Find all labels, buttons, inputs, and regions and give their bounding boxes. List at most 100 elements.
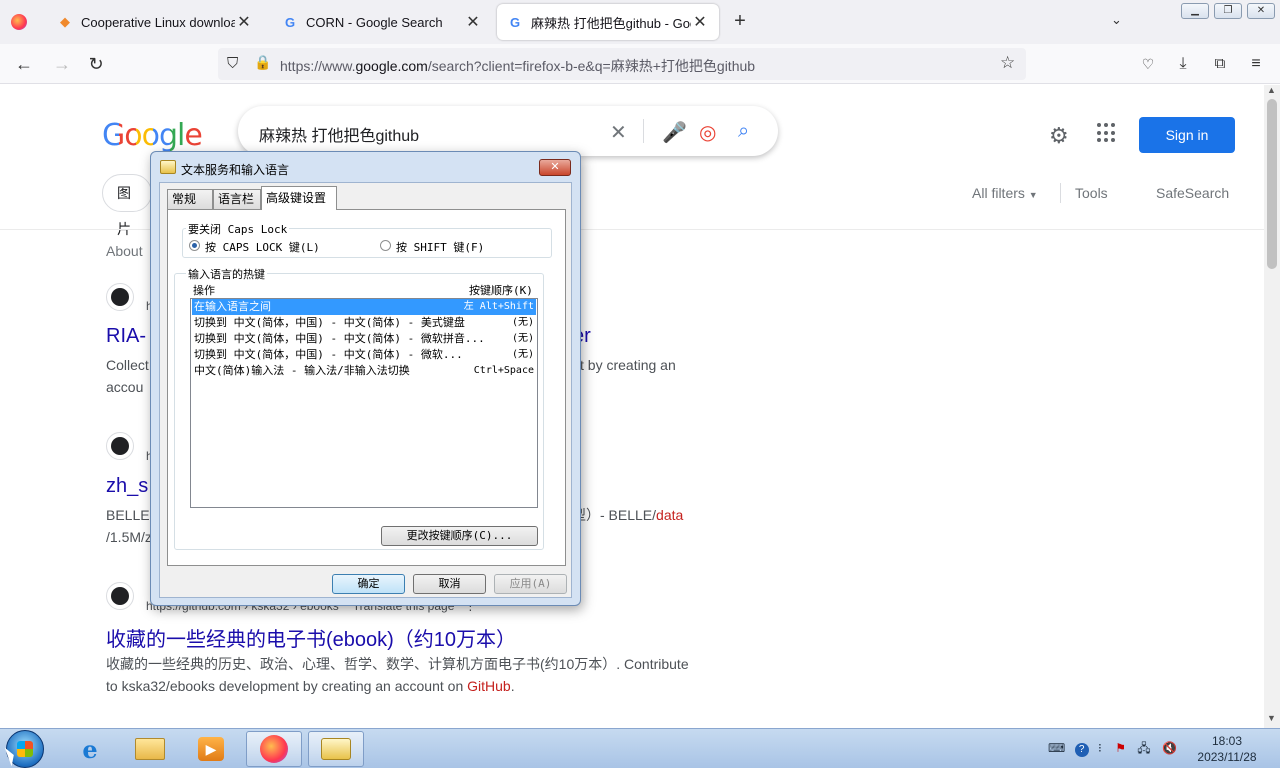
help-icon[interactable]: ?	[1074, 743, 1089, 757]
volume-muted-icon[interactable]: 🔇	[1162, 741, 1177, 755]
search-box[interactable]: 麻辣热 打他把色github ✕ 🎤 ◎ ⌕	[238, 106, 778, 156]
list-item[interactable]: 切换到 中文(简体，中国) - 中文(简体) - 微软... (无)	[192, 347, 536, 363]
pocket-icon[interactable]: ♡	[1136, 52, 1160, 76]
close-tab-icon[interactable]: ✕	[235, 12, 253, 32]
lock-icon[interactable]: 🔒	[254, 54, 271, 71]
tab-panel: 要关闭 Caps Lock 按 CAPS LOCK 键(L) 按 SHIFT 键…	[167, 209, 566, 566]
apply-button[interactable]: 应用(A)	[494, 574, 567, 594]
apps-grid-icon[interactable]	[1097, 123, 1117, 143]
browser-tab-bar: ◆ Cooperative Linux download ✕ G CORN - …	[0, 0, 1280, 44]
clear-icon[interactable]: ✕	[610, 120, 627, 145]
shift-radio[interactable]	[380, 240, 391, 251]
hotkeys-list[interactable]: 在输入语言之间 左 Alt+Shift 切换到 中文(简体，中国) - 中文(简体…	[190, 298, 538, 508]
result-title-link[interactable]: zh_s	[106, 475, 148, 498]
tab-cooperative-linux[interactable]: ◆ Cooperative Linux download ✕	[47, 4, 263, 40]
taskbar-ie[interactable]: e	[62, 731, 118, 767]
tab-general[interactable]: 常规	[167, 189, 213, 209]
capslock-radio-label[interactable]: 按 CAPS LOCK 键(L)	[205, 239, 320, 255]
all-filters-button[interactable]: All filters ▼	[972, 185, 1038, 201]
tab-language-bar[interactable]: 语言栏	[213, 189, 261, 209]
taskbar-text-services[interactable]	[308, 731, 364, 767]
dialog-close-button[interactable]: ✕	[539, 159, 571, 176]
google-logo[interactable]: Google	[102, 118, 203, 153]
menu-icon[interactable]: ≡	[1244, 52, 1268, 76]
list-item[interactable]: 在输入语言之间 左 Alt+Shift	[192, 299, 536, 315]
tools-button[interactable]: Tools	[1075, 185, 1108, 201]
window-close-button[interactable]: ✕	[1247, 3, 1275, 19]
taskbar-clock[interactable]: 18:03 2023/11/28	[1186, 733, 1268, 765]
close-tab-icon[interactable]: ✕	[464, 12, 482, 32]
snippet-text: to kska32/ebooks development by creating…	[106, 678, 468, 694]
url-bar[interactable]: ⛉ 🔒 https://www.google.com/search?client…	[218, 48, 1026, 80]
reload-icon[interactable]: ↻	[84, 52, 108, 76]
colinux-icon: ◆	[60, 14, 70, 29]
taskbar-firefox[interactable]	[246, 731, 302, 767]
downloads-icon[interactable]: ⤓	[1171, 52, 1195, 76]
firefox-menu-icon[interactable]	[11, 14, 27, 30]
hotkey-keys: 左 Alt+Shift	[463, 301, 534, 312]
tab-corn-search[interactable]: G CORN - Google Search ✕	[272, 4, 492, 40]
tab-active-search[interactable]: G 麻辣热 打他把色github - Goo ✕	[497, 4, 719, 40]
url-prefix: https://www.	[280, 58, 356, 74]
microphone-icon[interactable]: 🎤	[662, 120, 687, 145]
google-icon: G	[509, 14, 521, 30]
scroll-thumb[interactable]	[1267, 99, 1277, 269]
results-stats: About	[106, 243, 143, 259]
ok-button[interactable]: 确定	[332, 574, 405, 594]
taskbar-explorer[interactable]	[122, 731, 178, 767]
caret-down-icon: ▼	[1028, 190, 1038, 200]
change-key-sequence-button[interactable]: 更改按键顺序(C)...	[381, 526, 538, 546]
restore-button[interactable]: ❐	[1214, 3, 1242, 19]
github-icon	[106, 582, 134, 610]
highlight-data: data	[656, 507, 684, 523]
minimize-button[interactable]: ▁	[1181, 3, 1209, 19]
search-icon[interactable]: ⌕	[738, 120, 749, 143]
list-item[interactable]: 切换到 中文(简体，中国) - 中文(简体) - 微软拼音... (无)	[192, 331, 536, 347]
action-center-flag-icon[interactable]: ⚑	[1115, 741, 1126, 755]
page-scrollbar[interactable]: ▲ ▼	[1264, 85, 1280, 728]
camera-lens-icon[interactable]: ◎	[699, 120, 716, 145]
forward-icon[interactable]: →	[50, 52, 74, 76]
result-snippet-tail: 型）- BELLE/data	[572, 504, 683, 526]
folder-icon	[135, 738, 165, 760]
highlight-github: GitHub	[467, 678, 511, 694]
media-player-icon: ▶	[198, 737, 224, 761]
keyboard-tray-icon[interactable]: ⌨	[1048, 741, 1065, 755]
close-tab-icon[interactable]: ✕	[691, 12, 709, 32]
url-text: https://www.google.com/search?client=fir…	[280, 56, 755, 76]
taskbar-media-player[interactable]: ▶	[183, 731, 239, 767]
search-input[interactable]: 麻辣热 打他把色github	[259, 122, 419, 146]
shift-radio-label[interactable]: 按 SHIFT 键(F)	[396, 239, 484, 255]
scroll-down-arrow-icon[interactable]: ▼	[1267, 713, 1276, 723]
hotkey-action: 切换到 中文(简体，中国) - 中文(简体) - 微软拼音...	[194, 332, 485, 345]
dialog-body: 常规 语言栏 高级键设置 要关闭 Caps Lock 按 CAPS LOCK 键…	[159, 182, 572, 598]
extensions-icon[interactable]: ⧉	[1208, 52, 1232, 76]
hotkey-action: 中文(简体)输入法 - 输入法/非输入法切换	[194, 364, 410, 377]
scroll-up-arrow-icon[interactable]: ▲	[1267, 85, 1276, 95]
dialog-title-bar[interactable]: 文本服务和输入语言 ✕	[151, 152, 580, 182]
sign-in-button[interactable]: Sign in	[1139, 117, 1235, 153]
capslock-radio[interactable]	[189, 240, 200, 251]
result-snippet: 收藏的一些经典的历史、政治、心理、哲学、数学、计算机方面电子书(约10万本）. …	[106, 656, 689, 672]
bookmark-star-icon[interactable]: ☆	[1000, 53, 1015, 73]
result-title-link[interactable]: 收藏的一些经典的电子书(ebook)（约10万本）	[106, 623, 516, 652]
dialog-title: 文本服务和输入语言	[181, 163, 290, 177]
list-item[interactable]: 中文(简体)输入法 - 输入法/非输入法切换 Ctrl+Space	[192, 363, 536, 379]
settings-gear-icon[interactable]: ⚙	[1049, 123, 1069, 149]
list-tabs-chevron-icon[interactable]: ⌄	[1111, 12, 1127, 28]
tab-advanced-key-settings[interactable]: 高级键设置	[261, 186, 337, 210]
network-icon[interactable]: 🖧	[1137, 741, 1150, 755]
result-title-link[interactable]: RIA-	[106, 325, 146, 348]
result-snippet-line2: to kska32/ebooks development by creating…	[106, 675, 515, 697]
tray-expand-icon[interactable]: ⁝	[1098, 741, 1102, 755]
cancel-button[interactable]: 取消	[413, 574, 486, 594]
shield-icon[interactable]: ⛉	[227, 55, 238, 72]
system-tray: ⌨ ? ⁝ ⚑ 🖧 🔇	[1048, 739, 1177, 760]
list-item[interactable]: 切换到 中文(简体，中国) - 中文(简体) - 美式键盘 (无)	[192, 315, 536, 331]
chip-images[interactable]: 图片	[102, 174, 152, 237]
back-icon[interactable]: ←	[12, 52, 36, 76]
new-tab-button[interactable]: +	[729, 10, 751, 32]
column-action-header: 操作	[193, 284, 215, 297]
github-icon	[106, 432, 134, 460]
safesearch-button[interactable]: SafeSearch	[1156, 185, 1229, 201]
